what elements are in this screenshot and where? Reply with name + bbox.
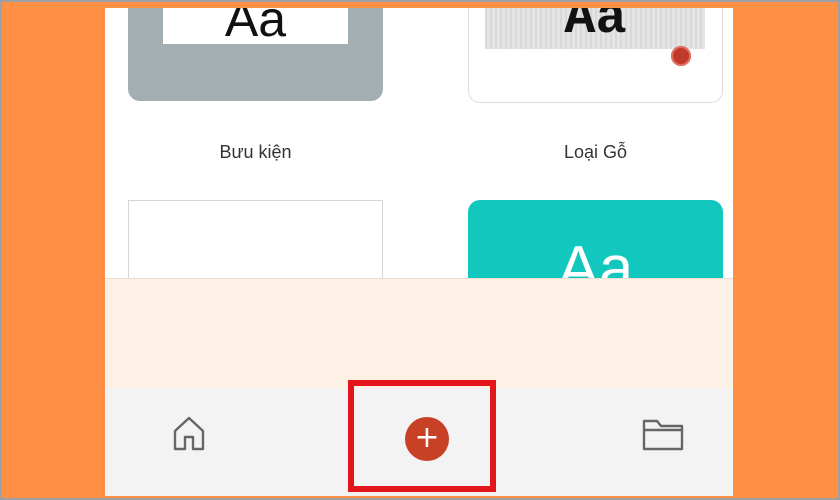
template-label-buu-kien: Bưu kiện	[219, 142, 292, 162]
template-card-buu-kien[interactable]: Aa	[128, 8, 383, 101]
folder-icon[interactable]	[640, 413, 686, 453]
template-sample-text: Aa	[224, 8, 287, 47]
template-sample-text: Aa	[564, 8, 627, 48]
highlight-box	[348, 380, 496, 492]
pin-icon	[671, 46, 691, 66]
overlay-panel	[105, 278, 733, 389]
template-label-loai-go: Loại Gỗ	[563, 142, 628, 162]
home-icon[interactable]	[169, 413, 209, 453]
template-card-loai-go[interactable]: Aa	[468, 8, 723, 103]
